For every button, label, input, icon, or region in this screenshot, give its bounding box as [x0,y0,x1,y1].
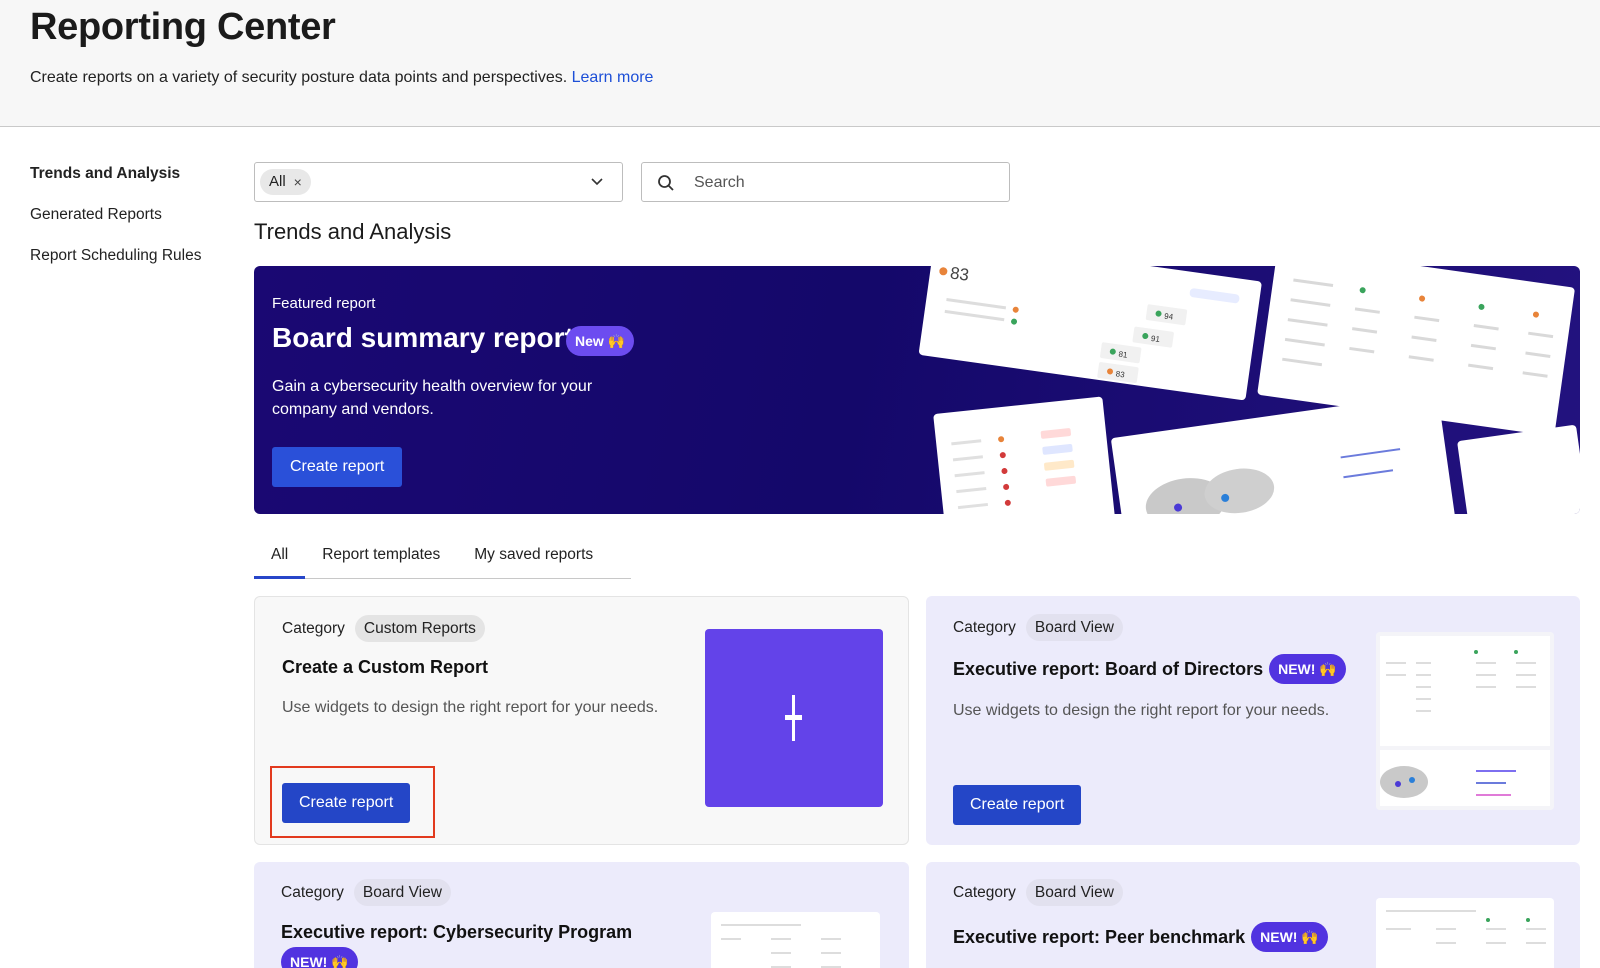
report-card-peer-benchmark: Category Board View Executive report: Pe… [926,862,1580,968]
preview-panel-scores: 83 94 91 81 83 [919,266,1262,401]
featured-create-report-button[interactable]: Create report [272,447,403,487]
report-preview-image: 83 94 91 81 83 [919,266,1580,514]
search-box [641,162,1010,202]
sidebar-item-report-scheduling-rules[interactable]: Report Scheduling Rules [30,244,230,285]
category-label: Category [953,618,1016,636]
report-thumbnail-image [1376,632,1554,810]
page-header: Reporting Center Create reports on a var… [0,0,1600,127]
card-description: Use widgets to design the right report f… [953,702,1330,719]
create-board-report-button[interactable]: Create report [953,785,1082,825]
preview-score-c: 91 [1150,334,1161,344]
filter-chip-label: All [269,173,286,190]
card-category: Category Board View [953,879,1123,906]
subtitle-text: Create reports on a variety of security … [30,69,568,86]
page-subtitle: Create reports on a variety of security … [30,69,653,87]
create-custom-report-button[interactable]: Create report [282,783,411,823]
add-tile[interactable] [705,629,883,807]
card-title: Executive report: Cybersecurity Program … [281,922,681,968]
preview-panel-vendors [933,396,1116,514]
tab-my-saved-reports[interactable]: My saved reports [457,540,610,579]
featured-report-banner: Featured report Board summary report New… [254,266,1580,514]
featured-description: Gain a cybersecurity health overview for… [272,378,593,418]
report-card-board-of-directors: Category Board View Executive report: Bo… [926,596,1580,845]
page-title: Reporting Center [30,6,336,48]
card-title-text: Executive report: Board of Directors [953,658,1264,679]
sidebar-nav: Trends and Analysis Generated Reports Re… [30,162,230,285]
card-title-text: Executive report: Cybersecurity Program [281,922,633,942]
category-tag: Board View [1025,879,1123,906]
card-title: Executive report: Peer benchmark NEW! 🙌 [953,922,1328,952]
report-tabs: All Report templates My saved reports [254,540,631,579]
preview-score-e: 83 [1115,369,1126,379]
new-badge: NEW! 🙌 [281,947,358,968]
card-category: Category Custom Reports [282,615,485,642]
report-card-cybersecurity-program: Category Board View Executive report: Cy… [254,862,909,968]
card-category: Category Board View [953,614,1123,641]
new-badge: NEW! 🙌 [1251,922,1328,952]
category-label: Category [953,883,1016,901]
card-description: Use widgets to design the right report f… [282,699,659,716]
featured-title: Board summary report [272,322,574,353]
preview-score-d: 81 [1118,350,1129,360]
sidebar-item-generated-reports[interactable]: Generated Reports [30,203,230,244]
category-tag: Custom Reports [354,615,485,642]
report-card-custom: Category Custom Reports Create a Custom … [254,596,909,845]
preview-score-a: 83 [949,266,970,285]
search-icon [658,175,674,191]
learn-more-link[interactable]: Learn more [572,69,654,86]
filter-chip-all: All × [260,169,311,195]
category-tag: Board View [1025,614,1123,641]
category-label: Category [281,883,344,901]
category-filter-select[interactable]: All × [254,162,623,202]
preview-score-b: 94 [1164,312,1175,322]
section-title: Trends and Analysis [254,219,452,244]
sidebar-item-trends-and-analysis[interactable]: Trends and Analysis [30,162,230,203]
report-thumbnail-image [711,912,880,968]
close-icon[interactable]: × [294,169,302,195]
new-badge: New 🙌 [566,326,635,356]
new-badge: NEW! 🙌 [1269,654,1346,684]
featured-kicker: Featured report [272,295,376,312]
card-title: Create a Custom Report [282,657,488,678]
card-title-text: Executive report: Peer benchmark [953,926,1246,947]
card-title-text: Create a Custom Report [282,657,489,677]
card-title: Executive report: Board of Directors NEW… [953,654,1346,684]
tab-all[interactable]: All [254,540,306,579]
report-thumbnail-image [1376,898,1554,968]
tab-report-templates[interactable]: Report templates [305,540,457,579]
category-tag: Board View [353,879,451,906]
chevron-down-icon[interactable] [590,174,604,188]
card-category: Category Board View [281,879,451,906]
search-input[interactable] [694,171,994,195]
preview-panel-map [1111,392,1457,514]
category-label: Category [282,619,345,637]
